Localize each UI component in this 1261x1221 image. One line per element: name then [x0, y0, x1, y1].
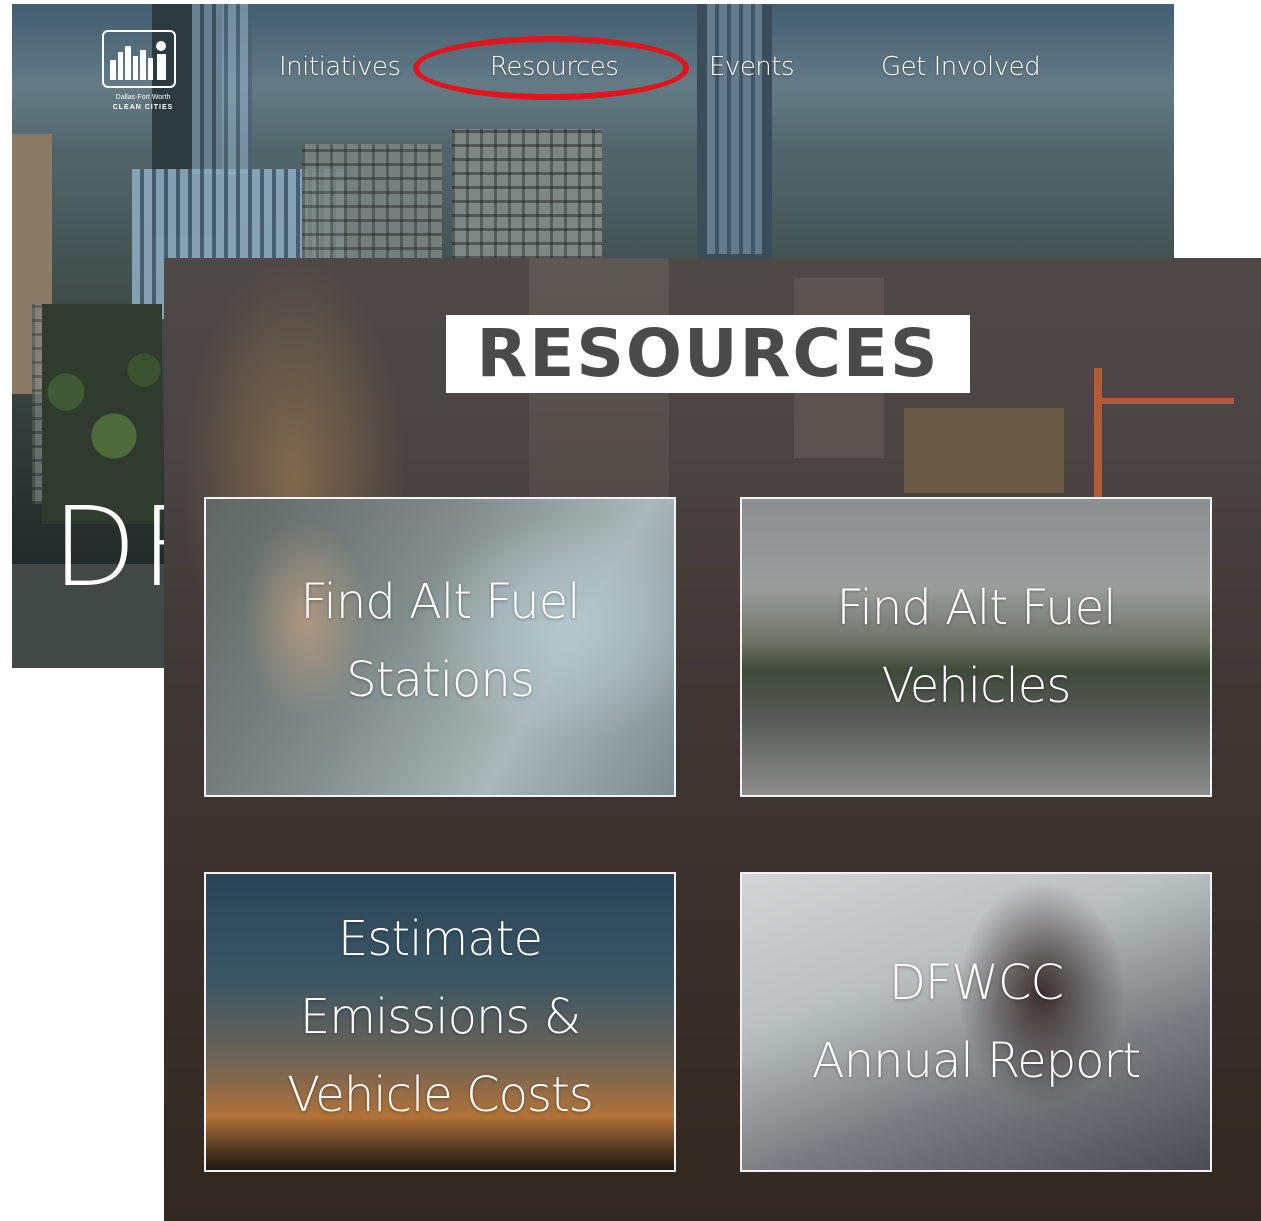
dfw-clean-cities-logo[interactable]: Dallas·Fort Worth CLEAN CITIES	[102, 30, 180, 122]
tile-label: Find Alt Fuel Vehicles	[742, 569, 1210, 725]
tile-label-line: Stations	[346, 652, 535, 708]
tile-label: DFWCC Annual Report	[742, 944, 1210, 1100]
red-highlight-circle	[413, 36, 689, 100]
crane-arm	[1094, 398, 1234, 404]
tile-label-line: Find Alt Fuel	[300, 574, 580, 630]
resources-page-screenshot: RESOURCES Find Alt Fuel Stations Find Al…	[164, 258, 1261, 1221]
tile-label: Estimate Emissions & Vehicle Costs	[206, 900, 674, 1134]
resources-title-box: RESOURCES	[446, 315, 970, 393]
nav-item-events[interactable]: Events	[709, 52, 795, 82]
skyline-building	[452, 129, 602, 259]
screenshot-composite: Dallas·Fort Worth CLEAN CITIES Initiativ…	[0, 0, 1261, 1221]
tile-label-line: Estimate	[337, 911, 543, 967]
nav-item-get-involved[interactable]: Get Involved	[881, 52, 1041, 82]
page-title: RESOURCES	[476, 315, 940, 392]
skyline-logo-icon	[110, 41, 166, 80]
crane	[1094, 368, 1102, 498]
tile-label-line: Emissions &	[299, 989, 581, 1045]
tile-dfwcc-annual-report[interactable]: DFWCC Annual Report	[740, 872, 1212, 1172]
tile-label-line: Annual Report	[811, 1033, 1141, 1089]
nav-item-initiatives[interactable]: Initiatives	[279, 52, 401, 82]
tile-label-line: Find Alt Fuel	[836, 580, 1116, 636]
tile-find-alt-fuel-vehicles[interactable]: Find Alt Fuel Vehicles	[740, 497, 1212, 797]
tile-label: Find Alt Fuel Stations	[206, 563, 674, 719]
tile-estimate-emissions-vehicle-costs[interactable]: Estimate Emissions & Vehicle Costs	[204, 872, 676, 1172]
logo-mark	[102, 30, 176, 88]
tile-label-line: Vehicles	[881, 658, 1072, 714]
tile-label-line: Vehicle Costs	[287, 1067, 594, 1123]
skyline-building	[302, 144, 442, 264]
logo-text-line1: Dallas·Fort Worth	[115, 94, 171, 101]
background-building	[904, 408, 1064, 493]
logo-text-line2: CLEAN CITIES	[112, 104, 174, 111]
tile-label-line: DFWCC	[888, 955, 1064, 1011]
tile-find-alt-fuel-stations[interactable]: Find Alt Fuel Stations	[204, 497, 676, 797]
main-navigation: Dallas·Fort Worth CLEAN CITIES Initiativ…	[12, 4, 1174, 144]
